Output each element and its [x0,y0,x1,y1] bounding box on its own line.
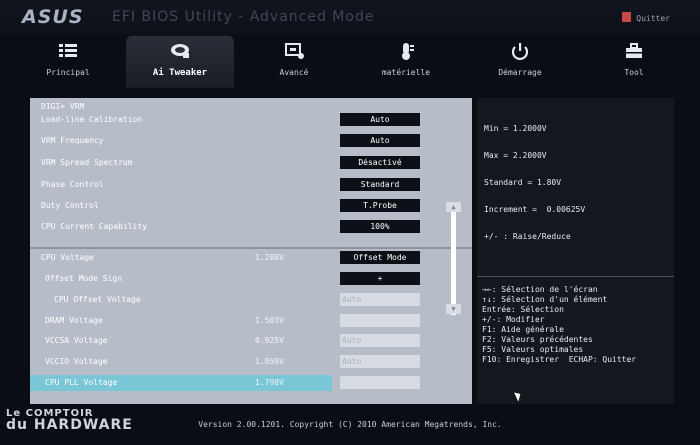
setting-input[interactable]: Auto [340,355,420,368]
section-divider [30,247,472,249]
setting-label: CPU Current Capability [41,222,147,231]
setting-input[interactable] [340,314,420,327]
tab-tool[interactable]: Tool [580,36,688,88]
watermark-line: du HARDWARE [6,417,133,433]
help-line: F10: Enregistrer ECHAP: Quitter [482,355,637,364]
list-icon [59,44,77,57]
setting-value[interactable]: + [340,272,420,285]
info-line: +/- : Raise/Reduce [484,232,571,241]
tab-label: Avancé [279,68,309,77]
toolbox-icon [626,43,642,58]
chevron-up-icon: ▲ [451,203,456,211]
voltage-reading: 0.925V [255,336,284,345]
setting-row-vrm-spread-spectrum[interactable]: VRM Spread Spectrum Désactivé [30,155,472,171]
asus-logo: ASUS [22,6,84,28]
setting-label: VRM Spread Spectrum [41,158,133,167]
setting-row-vrm-frequency[interactable]: VRM Frequency Auto [30,133,472,149]
setting-row-offset-mode-sign[interactable]: Offset Mode Sign + [30,271,472,287]
help-divider [477,276,674,277]
tab-label: Ai Tweaker [152,68,208,78]
scroll-up-button[interactable]: ▲ [446,202,461,212]
settings-panel: DIGI+ VRM Load-line Calibration Auto VRM… [30,98,472,404]
setting-value[interactable]: Désactivé [340,156,420,169]
exit-icon [622,12,632,22]
setting-value[interactable]: T.Probe [340,199,420,212]
tab-label: Démarrage [498,68,542,77]
section-title: DIGI+ VRM [41,102,85,111]
quit-label: Quitter [636,14,670,23]
setting-input[interactable]: Auto [340,334,420,347]
setting-input[interactable]: Auto [340,293,420,306]
key-help: →←: Sélection de l'écran ↑↓: Sélection d… [482,285,636,365]
help-line: +/-: Modifier [482,315,545,324]
tab-ai-tweaker[interactable]: Ai Tweaker [126,36,234,88]
setting-row-load-line-calibration[interactable]: Load-line Calibration Auto [30,112,472,128]
info-line: Standard = 1.80V [484,178,562,187]
help-line: F2: Valeurs précédentes [482,335,593,344]
info-line: Increment = 0.00625V [484,205,586,214]
setting-label: CPU PLL Voltage [45,378,118,387]
help-line: →←: Sélection de l'écran [482,285,598,294]
quit-button[interactable]: Quitter [622,12,670,23]
help-line: F5: Valeurs optimales [482,345,584,354]
tab-label: Principal [46,68,90,77]
value-info: Min = 1.2000V Max = 2.2000V Standard = 1… [484,106,585,259]
setting-label: DRAM Voltage [45,316,103,325]
setting-label: Load-line Calibration [41,115,143,124]
setting-row-vccio-voltage[interactable]: VCCIO Voltage 1.059V Auto [30,354,472,370]
setting-row-cpu-offset-voltage[interactable]: CPU Offset Voltage Auto [30,292,472,308]
help-panel: Min = 1.2000V Max = 2.2000V Standard = 1… [477,98,674,404]
setting-row-dram-voltage[interactable]: DRAM Voltage 1.503V [30,313,472,329]
window-title: EFI BIOS Utility - Advanced Mode [112,9,375,25]
help-line: ↑↓: Sélection d'un élément [482,295,608,304]
main-tabs: Principal Ai Tweaker Avancé matérielle D… [0,36,700,88]
setting-row-cpu-current-capability[interactable]: CPU Current Capability 100% [30,219,472,235]
setting-row-phase-control[interactable]: Phase Control Standard [30,177,472,193]
scrollbar[interactable] [451,205,456,315]
setting-row-cpu-pll-voltage[interactable]: CPU PLL Voltage 1.798V [30,375,332,391]
watermark-logo: Le COMPTOIR du HARDWARE [6,408,133,433]
setting-label: CPU Voltage [41,253,94,262]
setting-label: CPU Offset Voltage [54,295,141,304]
help-line: F1: Aide générale [482,325,564,334]
setting-input[interactable] [340,376,420,389]
chevron-down-icon: ▼ [451,305,456,313]
setting-value[interactable]: Standard [340,178,420,191]
tab-avance[interactable]: Avancé [240,36,348,88]
setting-value[interactable]: 100% [340,220,420,233]
setting-value[interactable]: Offset Mode [340,251,420,264]
setting-row-vccsa-voltage[interactable]: VCCSA Voltage 0.925V Auto [30,333,472,349]
chip-icon [285,43,304,59]
voltage-reading: 1.059V [255,357,284,366]
setting-label: VRM Frequency [41,136,104,145]
tab-label: matérielle [381,68,431,77]
tab-materielle[interactable]: matérielle [352,36,460,88]
setting-value[interactable]: Auto [340,134,420,147]
setting-value[interactable]: Auto [340,113,420,126]
info-line: Min = 1.2000V [484,124,547,133]
setting-label: Phase Control [41,180,104,189]
top-bar: ASUS EFI BIOS Utility - Advanced Mode Qu… [0,0,700,36]
setting-label: VCCIO Voltage [45,357,108,366]
power-icon [511,43,529,60]
tab-label: Tool [624,68,644,77]
tab-demarrage[interactable]: Démarrage [466,36,574,88]
help-line: Entrée: Sélection [482,305,564,314]
info-line: Max = 2.2000V [484,151,547,160]
setting-row-cpu-voltage[interactable]: CPU Voltage 1.208V Offset Mode [30,250,472,266]
setting-row-duty-control[interactable]: Duty Control T.Probe [30,198,472,214]
setting-label: Offset Mode Sign [45,274,123,283]
voltage-reading: 1.798V [255,378,284,387]
scroll-down-button[interactable]: ▼ [446,304,461,314]
fan-icon [171,44,189,58]
voltage-reading: 1.208V [255,253,284,262]
setting-label: VCCSA Voltage [45,336,108,345]
voltage-reading: 1.503V [255,316,284,325]
setting-label: Duty Control [41,201,99,210]
thermometer-icon [402,43,414,60]
tab-principal[interactable]: Principal [14,36,122,88]
